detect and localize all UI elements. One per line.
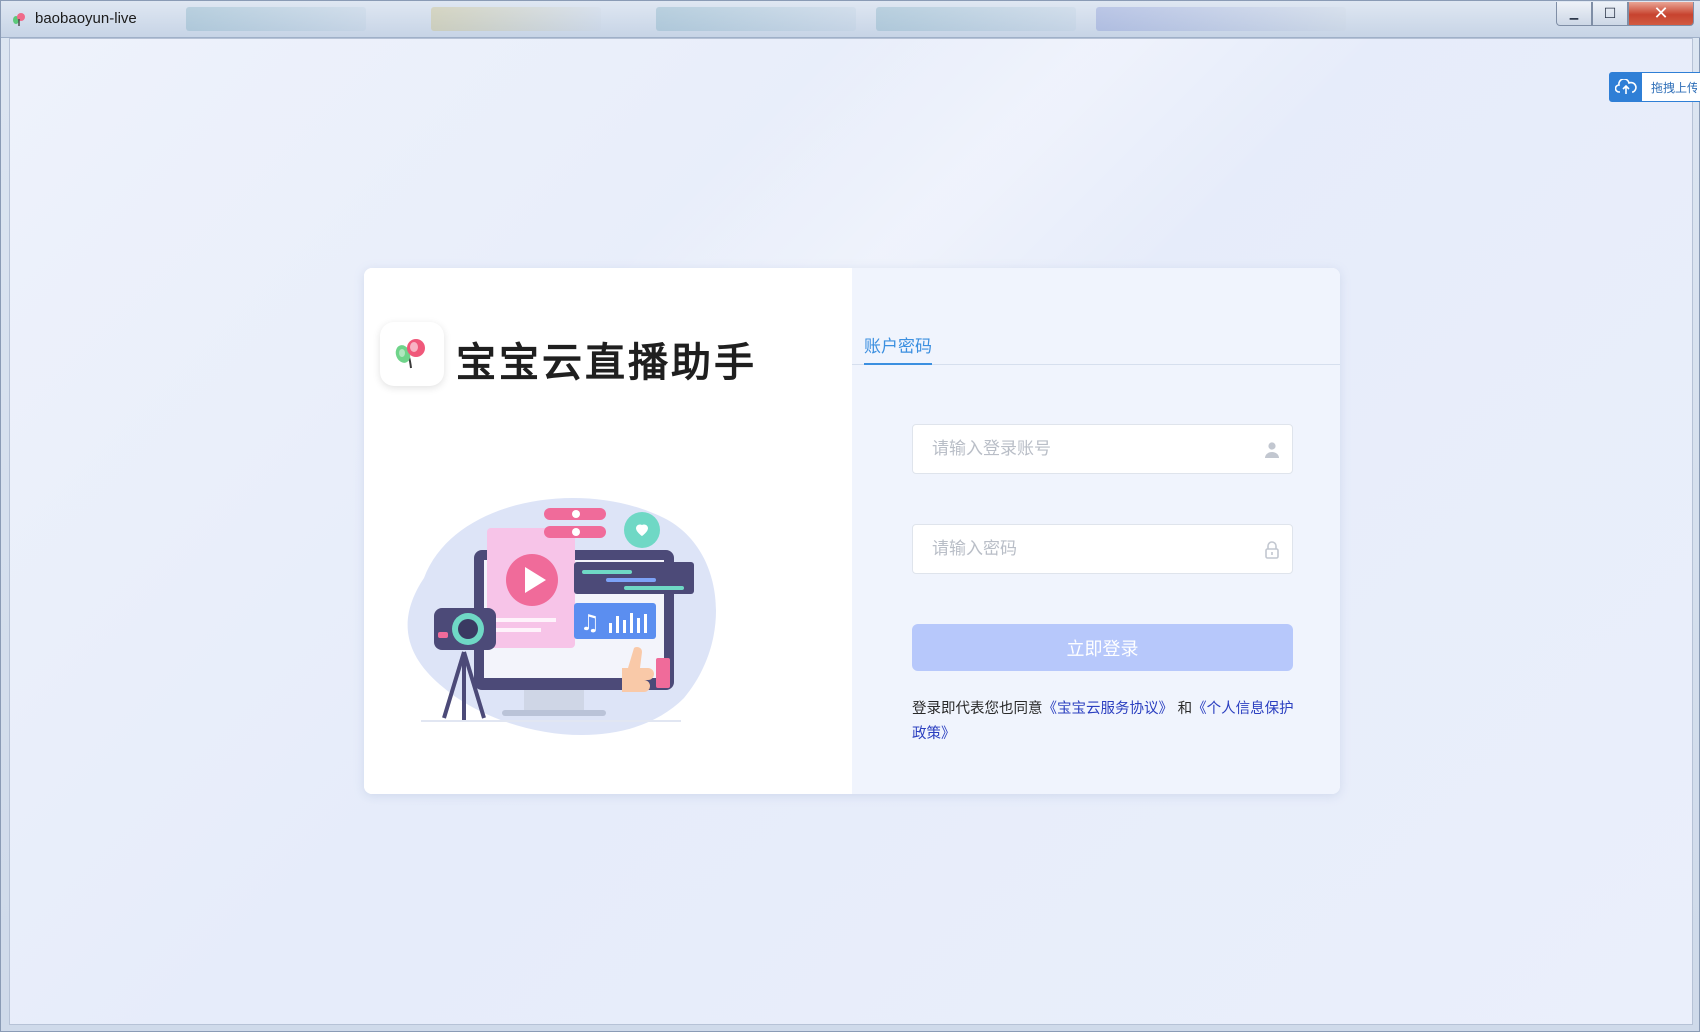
background-tab-blur bbox=[656, 7, 856, 31]
cloud-upload-icon bbox=[1610, 73, 1642, 101]
background-tab-blur bbox=[186, 7, 366, 31]
lock-icon bbox=[1265, 541, 1279, 559]
svg-text:♫: ♫ bbox=[580, 611, 600, 636]
login-panel: 账户密码 立即登录 登录即代表您也同意《宝宝云服务协议》 和《 bbox=[852, 268, 1340, 794]
login-tabs: 账户密码 bbox=[852, 324, 1340, 365]
window-title: baobaoyun-live bbox=[35, 10, 137, 27]
app-logo-icon bbox=[13, 13, 25, 26]
account-input[interactable] bbox=[913, 425, 1292, 473]
maximize-button[interactable]: ☐ bbox=[1592, 2, 1628, 26]
brand-logo bbox=[380, 322, 444, 386]
brand-panel: 宝宝云直播助手 ♫ bbox=[364, 268, 852, 794]
close-button[interactable]: ✕ bbox=[1628, 2, 1694, 26]
agreement-text: 登录即代表您也同意《宝宝云服务协议》 和《个人信息保护政策》 bbox=[912, 697, 1298, 747]
service-agreement-link[interactable]: 《宝宝云服务协议》 bbox=[1043, 701, 1174, 717]
user-icon bbox=[1265, 442, 1279, 458]
minimize-icon: ▁ bbox=[1569, 7, 1579, 20]
close-icon: ✕ bbox=[1653, 3, 1669, 24]
sprout-logo-icon bbox=[395, 339, 425, 369]
minimize-button[interactable]: ▁ bbox=[1556, 2, 1592, 26]
background-tab-blur bbox=[876, 7, 1076, 31]
background-tab-blur bbox=[431, 7, 601, 31]
login-card: 宝宝云直播助手 ♫ 账户密码 请输入登录账号 立即登录 登录即代表您也同意《宝宝… bbox=[364, 268, 1340, 794]
password-field bbox=[912, 524, 1293, 574]
agreement-prefix: 登录即代表您也同意 bbox=[912, 701, 1043, 717]
maximize-icon: ☐ bbox=[1603, 5, 1617, 22]
app-window: baobaoyun-live ▁ ☐ ✕ 拖拽上传 宝宝云直播助手 ♫ 账户密码… bbox=[0, 0, 1700, 1032]
password-input[interactable] bbox=[913, 525, 1292, 573]
drag-upload-tab[interactable]: 拖拽上传 bbox=[1609, 72, 1700, 102]
brand-name: 宝宝云直播助手 bbox=[456, 340, 757, 386]
live-streaming-illustration: ♫ bbox=[407, 498, 717, 736]
title-bar[interactable]: baobaoyun-live ▁ ☐ ✕ bbox=[1, 1, 1700, 38]
drag-upload-label: 拖拽上传 bbox=[1651, 80, 1697, 95]
account-field bbox=[912, 424, 1293, 474]
tab-account-password[interactable]: 账户密码 bbox=[864, 332, 932, 365]
background-tab-blur bbox=[1096, 7, 1346, 31]
login-button[interactable]: 立即登录 bbox=[912, 624, 1293, 671]
agreement-conjunction: 和 bbox=[1173, 701, 1193, 717]
